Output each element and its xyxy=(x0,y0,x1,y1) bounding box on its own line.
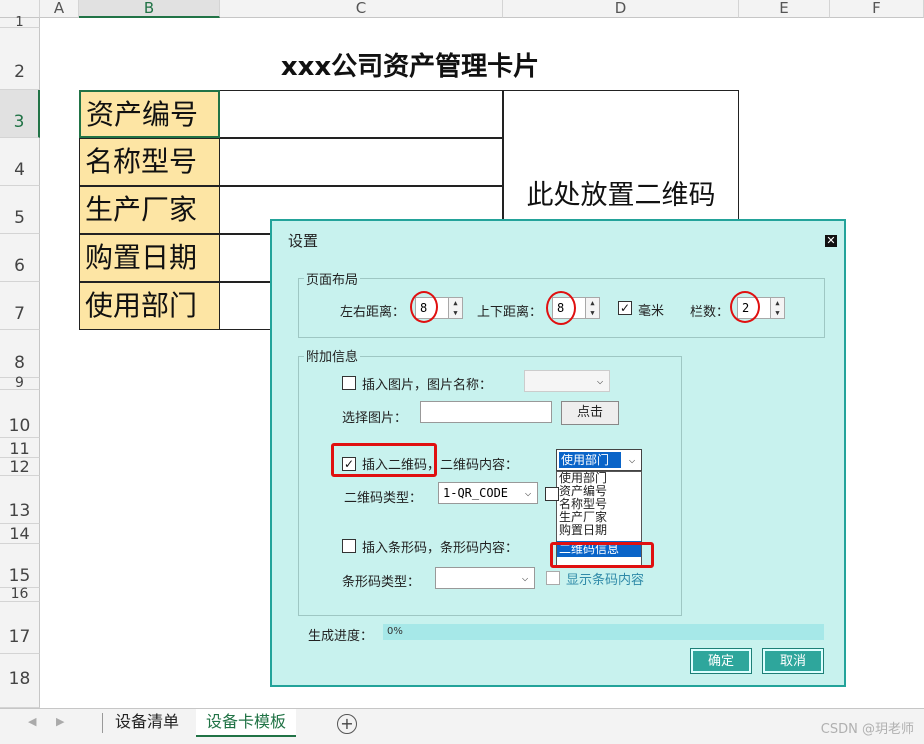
spin-up-icon[interactable]: ▲ xyxy=(449,298,462,308)
add-sheet-icon[interactable]: + xyxy=(337,714,357,734)
barcode-type-dropdown[interactable]: ⌵ xyxy=(435,567,535,589)
row-header-1[interactable]: 1 xyxy=(0,16,40,29)
spin-up-icon[interactable]: ▲ xyxy=(771,298,784,308)
tab-scroll-right-icon[interactable]: ▶ xyxy=(56,715,64,728)
qr-extra-checkbox[interactable] xyxy=(545,487,559,501)
columns-label: 栏数： xyxy=(690,305,730,320)
mm-checkbox[interactable]: ✓ xyxy=(618,301,632,315)
qr-option-purchase-date[interactable]: 购置日期 xyxy=(557,524,641,537)
row-header-8[interactable]: 8 xyxy=(0,330,40,378)
label-model[interactable]: 名称型号 xyxy=(79,138,220,186)
row-header-4[interactable]: 4 xyxy=(0,138,40,186)
insert-barcode-label: 插入条形码，条形码内容： xyxy=(362,541,519,556)
tb-margin-label: 上下距离： xyxy=(477,305,543,320)
dialog-title: 设置 xyxy=(288,232,319,250)
label-purchase-date[interactable]: 购置日期 xyxy=(79,234,220,282)
mm-label: 毫米 xyxy=(638,304,665,319)
annotation-box xyxy=(331,443,437,477)
show-barcode-content-checkbox[interactable] xyxy=(546,571,560,585)
column-header-a[interactable]: A xyxy=(40,0,79,18)
qr-placeholder-text: 此处放置二维码 xyxy=(526,180,716,211)
spin-down-icon[interactable]: ▼ xyxy=(771,308,784,318)
qr-content-dropdown[interactable]: 使用部门 ⌵ xyxy=(556,449,642,471)
tab-divider xyxy=(102,713,103,733)
card-title: xxx公司资产管理卡片 xyxy=(280,52,540,82)
label-department[interactable]: 使用部门 xyxy=(79,282,220,330)
chevron-down-icon: ⌵ xyxy=(521,571,529,584)
show-barcode-content-label: 显示条码内容 xyxy=(566,573,645,588)
chevron-down-icon: ⌵ xyxy=(524,486,532,499)
row-header-18[interactable]: 18 xyxy=(0,654,40,708)
row-header-15[interactable]: 15 xyxy=(0,544,40,588)
row-header-13[interactable]: 13 xyxy=(0,476,40,524)
insert-barcode-checkbox[interactable] xyxy=(342,539,356,553)
spin-down-icon[interactable]: ▼ xyxy=(449,308,462,318)
progress-label: 生成进度： xyxy=(308,629,374,644)
chevron-down-icon: ⌵ xyxy=(628,453,636,466)
column-header-b[interactable]: B xyxy=(79,0,220,18)
progress-value: 0% xyxy=(387,626,403,637)
row-header-6[interactable]: 6 xyxy=(0,234,40,282)
row-header-12[interactable]: 12 xyxy=(0,458,40,476)
choose-image-label: 选择图片： xyxy=(342,411,408,426)
row-header-10[interactable]: 10 xyxy=(0,390,40,438)
chevron-down-icon: ⌵ xyxy=(596,374,604,387)
insert-image-checkbox[interactable] xyxy=(342,376,356,390)
click-button[interactable]: 点击 xyxy=(561,401,619,425)
cancel-button[interactable]: 取消 xyxy=(762,648,824,674)
label-asset-id[interactable]: 资产编号 xyxy=(79,90,220,138)
choose-image-input[interactable] xyxy=(420,401,552,423)
row-header-7[interactable]: 7 xyxy=(0,282,40,330)
page-layout-group-label: 页面布局 xyxy=(304,269,361,288)
ok-button[interactable]: 确定 xyxy=(690,648,752,674)
tab-equipment-card-template[interactable]: 设备卡模板 xyxy=(196,709,297,737)
column-header-c[interactable]: C xyxy=(220,0,503,18)
spin-up-icon[interactable]: ▲ xyxy=(586,298,599,308)
row-header-2[interactable]: 2 xyxy=(0,28,40,90)
qr-content-selected: 使用部门 xyxy=(559,452,621,468)
progress-bar: 0% xyxy=(383,624,824,640)
spin-down-icon[interactable]: ▼ xyxy=(586,308,599,318)
barcode-type-label: 条形码类型： xyxy=(342,575,421,590)
row-header-3[interactable]: 3 xyxy=(0,90,40,138)
value-cell-asset-id[interactable] xyxy=(220,90,503,138)
tab-scroll-left-icon[interactable]: ◀ xyxy=(28,715,36,728)
annotation-circle xyxy=(546,291,576,325)
close-icon[interactable]: ✕ xyxy=(825,235,837,247)
extra-info-group-label: 附加信息 xyxy=(304,346,361,365)
insert-image-label: 插入图片，图片名称： xyxy=(362,378,493,393)
lr-margin-label: 左右距离： xyxy=(340,305,406,320)
row-header-14[interactable]: 14 xyxy=(0,524,40,544)
qr-type-dropdown[interactable]: 1-QR_CODE ⌵ xyxy=(438,482,538,504)
qr-type-value: 1-QR_CODE xyxy=(443,486,509,500)
column-header-d[interactable]: D xyxy=(503,0,739,18)
row-header-17[interactable]: 17 xyxy=(0,602,40,654)
annotation-circle xyxy=(730,291,760,323)
sheet-tab-bar: ◀ ▶ 设备清单 设备卡模板 + xyxy=(0,708,924,744)
column-header-f[interactable]: F xyxy=(830,0,924,18)
row-header-5[interactable]: 5 xyxy=(0,186,40,234)
qr-type-label: 二维码类型： xyxy=(344,491,423,506)
row-header-9[interactable]: 9 xyxy=(0,376,40,390)
annotation-box xyxy=(550,542,654,568)
row-header-16[interactable]: 16 xyxy=(0,587,40,602)
settings-dialog: 设置 ✕ 页面布局 左右距离： 8 ▲ ▼ 上下距离： 8 ▲ ▼ ✓ 毫米 栏数：… xyxy=(270,219,846,687)
label-manufacturer[interactable]: 生产厂家 xyxy=(79,186,220,234)
column-header-e[interactable]: E xyxy=(739,0,830,18)
row-header-11[interactable]: 11 xyxy=(0,438,40,458)
annotation-circle xyxy=(410,291,438,323)
image-name-dropdown[interactable]: ⌵ xyxy=(524,370,610,392)
tab-equipment-list[interactable]: 设备清单 xyxy=(105,709,189,737)
value-cell-model[interactable] xyxy=(220,138,503,186)
watermark: CSDN @玥老师 xyxy=(820,722,914,737)
